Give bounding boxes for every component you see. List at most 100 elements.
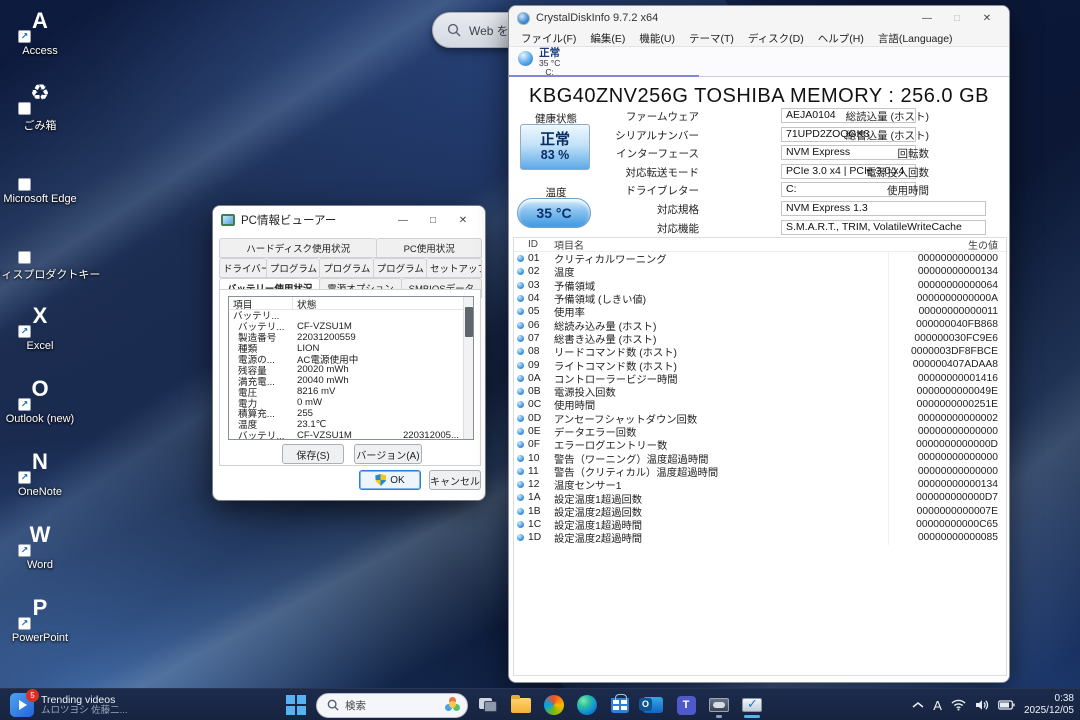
shortcut-arrow-icon: ↗ (18, 471, 31, 484)
close-button[interactable]: ✕ (973, 8, 1001, 28)
menu-item[interactable]: ディスク(D) (742, 30, 810, 47)
desktop-icon[interactable]: P ↗ PowerPoint (0, 587, 80, 644)
disk-tab[interactable]: 正常 35 °C C: (539, 47, 560, 77)
list-item[interactable]: バッテリ... CF-VZSU1M 220312005... (229, 430, 473, 439)
health-status-button[interactable]: 正常 83 % (520, 124, 590, 170)
desktop-icon[interactable]: ♻ ごみ箱 (0, 72, 80, 133)
desktop-icon[interactable]: O ↗ Outlook (new) (0, 368, 80, 425)
maximize-button[interactable]: □ (943, 8, 971, 28)
smart-row[interactable]: 08 リードコマンド数 (ホスト) 0000003DF8FBCE (514, 345, 1006, 359)
smart-row[interactable]: 0A コントローラービジー時間 00000000001416 (514, 371, 1006, 386)
scrollbar-thumb[interactable] (465, 307, 473, 337)
file-explorer-button[interactable] (508, 692, 534, 718)
field-label: シリアルナンバー (615, 129, 699, 142)
desktop-icon[interactable]: W ↗ Word (0, 514, 80, 571)
field-value: NVM Express 1.3 (781, 201, 986, 216)
temperature-button[interactable]: 35 °C (517, 198, 591, 228)
task-view-button[interactable] (475, 692, 501, 718)
desktop-icon[interactable]: N ↗ OneNote (0, 441, 80, 498)
smart-raw-value: 00000000000000 (888, 424, 1006, 439)
store-bag-icon (611, 693, 629, 713)
smart-row[interactable]: 06 総読み込み量 (ホスト) 000000040FB868 (514, 318, 1006, 333)
battery-icon[interactable] (998, 700, 1015, 710)
teams-button[interactable]: T (673, 692, 699, 718)
dialog-tab[interactable]: プログラム 1 (265, 258, 321, 278)
taskbar-search-box[interactable]: 検索 (316, 692, 468, 718)
microsoft-store-button[interactable] (607, 692, 633, 718)
dialog-tab[interactable]: プログラム 2 (319, 258, 374, 278)
field-row: 電源投入回数 1182 回 (799, 164, 929, 179)
column-header-item[interactable]: 項目 (229, 297, 293, 311)
wifi-icon[interactable] (951, 699, 966, 711)
menu-item[interactable]: 編集(E) (584, 30, 631, 47)
edge-button[interactable] (574, 692, 600, 718)
smart-row[interactable]: 07 総書き込み量 (ホスト) 000000030FC9E6 (514, 331, 1006, 346)
smart-row[interactable]: 1D 設定温度2超過時間 00000000000085 (514, 531, 1006, 545)
smart-row[interactable]: 04 予備領域 (しきい値) 0000000000000A (514, 291, 1006, 306)
battery-info-list[interactable]: 項目 状態 バッテリ... バッテリ... CF-VZSU1M 製造番号 220… (228, 296, 474, 440)
list-scrollbar[interactable] (463, 297, 473, 439)
tray-overflow-button[interactable] (912, 701, 924, 709)
cancel-button[interactable]: キャンセル (429, 470, 481, 490)
version-button[interactable]: バージョン(A) (354, 444, 422, 464)
smart-row[interactable]: 0C 使用時間 0000000000251E (514, 398, 1006, 412)
desktop-icon[interactable]: Microsoft Edge (0, 148, 80, 205)
widgets-button[interactable]: 5 Trending videos ムロツヨシ 佐藤二... (6, 689, 132, 720)
dialog-titlebar[interactable]: PC情報ビューアー — □ ✕ (213, 206, 485, 234)
smart-row[interactable]: 12 温度センサー1 00000000000134 (514, 478, 1006, 492)
smart-row[interactable]: 01 クリティカルワーニング 00000000000000 (514, 252, 1006, 266)
dialog-tab[interactable]: セットアップ (426, 258, 483, 278)
menu-item[interactable]: 言語(Language) (872, 30, 959, 47)
desktop-icon-label: Outlook (new) (5, 413, 75, 425)
clock-time: 0:38 (1054, 692, 1074, 704)
volume-icon[interactable] (975, 699, 989, 711)
copilot-button[interactable] (541, 692, 567, 718)
save-button[interactable]: 保存(S) (282, 444, 344, 464)
smart-raw-value: 00000000000000 (888, 464, 1006, 479)
smart-row[interactable]: 02 温度 00000000000134 (514, 265, 1006, 279)
smart-row[interactable]: 0F エラーログエントリー数 0000000000000D (514, 438, 1006, 452)
field-label: 使用時間 (887, 185, 929, 198)
dialog-tab[interactable]: ハードディスク使用状況 (219, 238, 378, 258)
pc-info-popup-button[interactable] (706, 692, 732, 718)
field-label: インターフェース (616, 148, 699, 161)
smart-row[interactable]: 0E データエラー回数 00000000000000 (514, 424, 1006, 439)
smart-attribute-table: ID 項目名 生の値 01 クリティカルワーニング 00000000000000 (513, 237, 1007, 676)
status-dot-icon (517, 494, 524, 502)
minimize-button[interactable]: — (389, 210, 417, 230)
close-button[interactable]: ✕ (449, 210, 477, 230)
taskbar: 5 Trending videos ムロツヨシ 佐藤二... 検索 T (0, 688, 1080, 720)
smart-row[interactable]: 1B 設定温度2超過回数 0000000000007E (514, 504, 1006, 519)
start-button[interactable] (283, 692, 309, 718)
taskbar-clock[interactable]: 0:38 2025/12/05 (1024, 693, 1074, 718)
desktop-icon[interactable]: X ↗ Excel (0, 295, 80, 352)
ok-button[interactable]: OK (359, 470, 421, 490)
pc-info-viewer-taskbar-button[interactable] (739, 692, 765, 718)
desktop-icon[interactable]: オフィスプロダクトキー (0, 221, 100, 282)
minimize-button[interactable]: — (913, 8, 941, 28)
smart-row[interactable]: 1A 設定温度1超過回数 000000000000D7 (514, 491, 1006, 506)
dialog-tab[interactable]: プログラム 3 (372, 258, 428, 278)
menu-bar: ファイル(F) 編集(E) 機能(U) テーマ(T) ディスク(D) ヘルプ(H) 言語(L… (509, 30, 1009, 47)
ime-mode-indicator[interactable]: A (933, 698, 942, 713)
smart-row[interactable]: 0B 電源投入回数 0000000000049E (514, 384, 1006, 399)
smart-row[interactable]: 1C 設定温度1超過時間 00000000000C65 (514, 517, 1006, 532)
menu-item[interactable]: 機能(U) (633, 30, 681, 47)
smart-row[interactable]: 05 使用率 00000000000011 (514, 305, 1006, 319)
menu-item[interactable]: テーマ(T) (683, 30, 740, 47)
column-header-status[interactable]: 状態 (293, 297, 473, 311)
dialog-tab[interactable]: PC使用状況 (376, 238, 483, 258)
menu-item[interactable]: ヘルプ(H) (812, 30, 870, 47)
maximize-button[interactable]: □ (419, 210, 447, 230)
smart-row[interactable]: 03 予備領域 00000000000064 (514, 278, 1006, 293)
desktop-icon[interactable]: A ↗ Access (0, 0, 80, 57)
smart-row[interactable]: 09 ライトコマンド数 (ホスト) 000000407ADAA8 (514, 358, 1006, 373)
smart-row[interactable]: 10 警告（ワーニング）温度超過時間 00000000000000 (514, 451, 1006, 466)
dialog-tab[interactable]: ドライバー (219, 258, 267, 278)
outlook-button[interactable] (639, 692, 666, 718)
window-titlebar[interactable]: CrystalDiskInfo 9.7.2 x64 — □ ✕ (509, 6, 1009, 30)
smart-row[interactable]: 0D アンセーフシャットダウン回数 00000000000002 (514, 411, 1006, 426)
tab-label: プログラム 2 (323, 264, 374, 275)
menu-item[interactable]: ファイル(F) (515, 30, 582, 47)
smart-row[interactable]: 11 警告（クリティカル）温度超過時間 00000000000000 (514, 464, 1006, 479)
